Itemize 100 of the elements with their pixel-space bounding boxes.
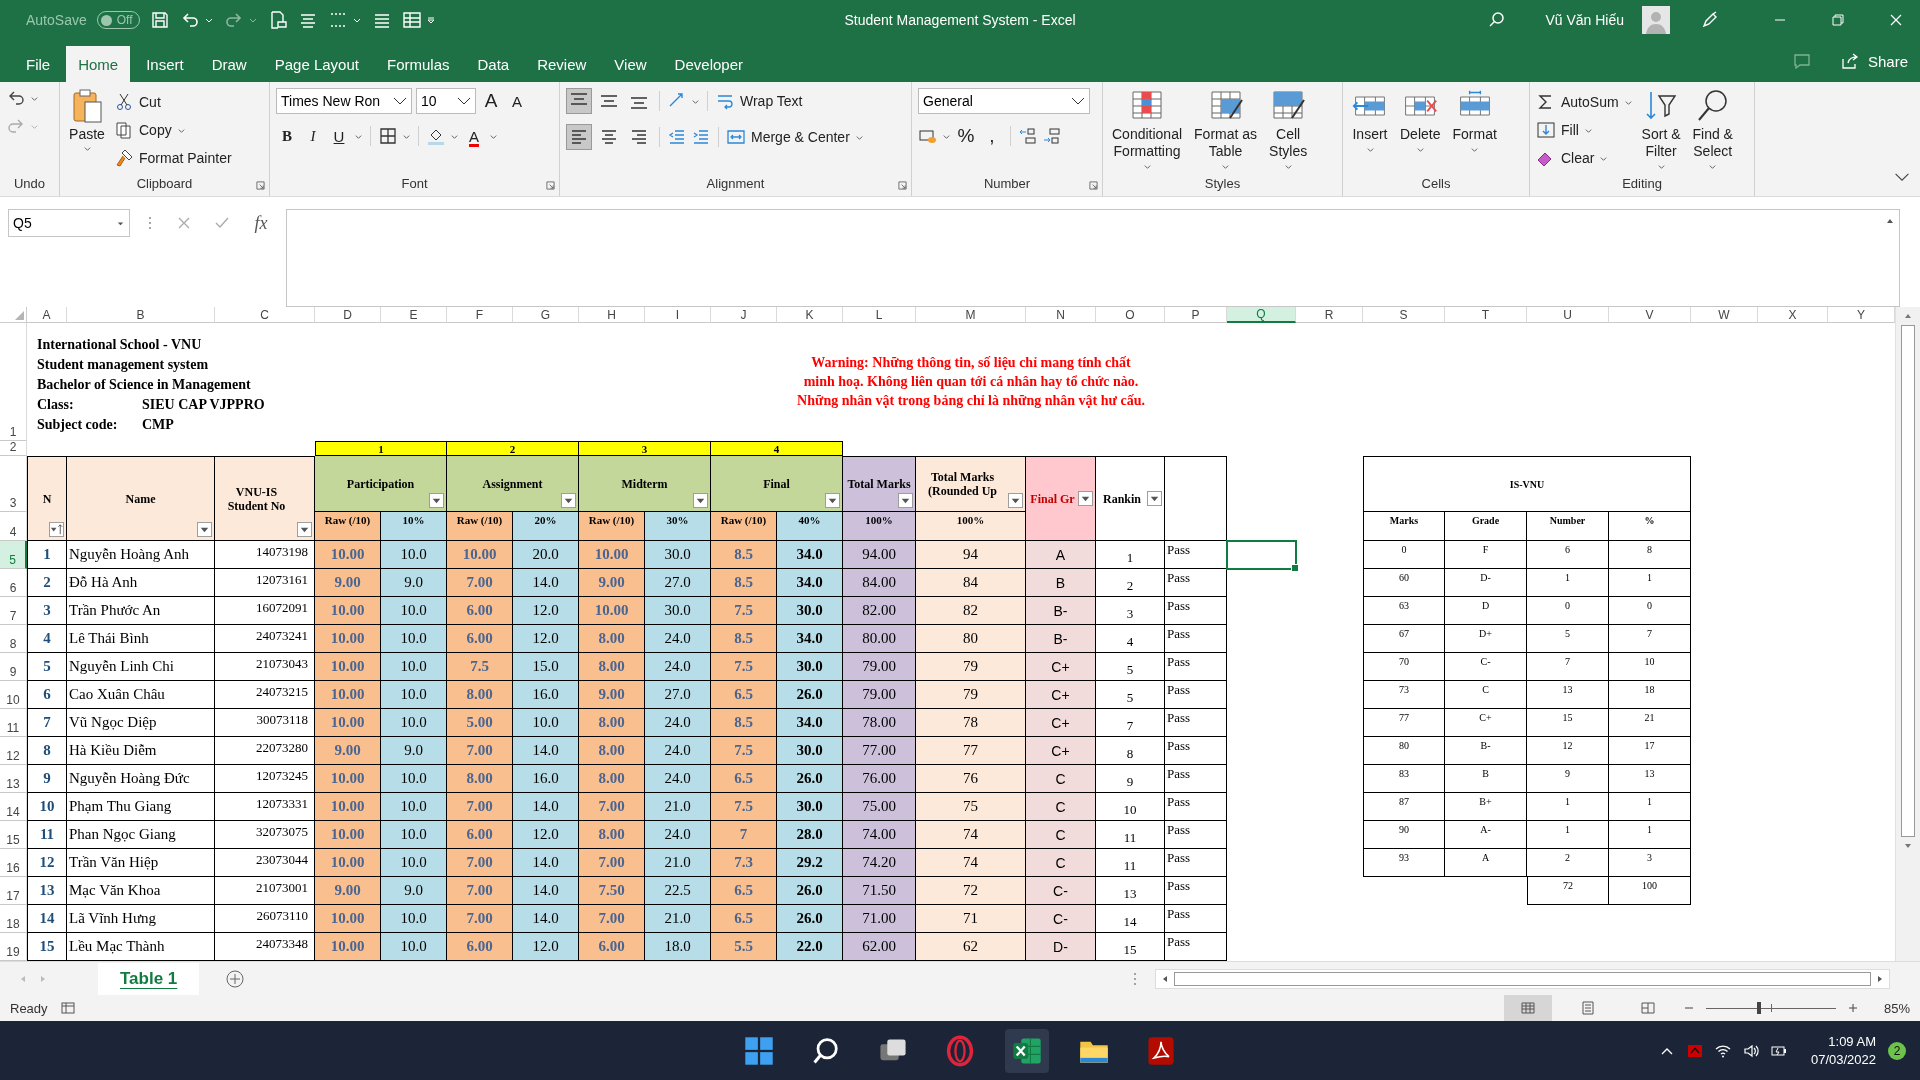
column-header[interactable]: Q	[1227, 307, 1296, 323]
drag-handle-icon[interactable]	[148, 215, 152, 231]
sheet-tab[interactable]: Table 1	[98, 962, 200, 995]
cells-button[interactable]: Insert	[1349, 88, 1391, 176]
splitter-handle-icon[interactable]	[1133, 970, 1137, 987]
comment-icon[interactable]	[1791, 51, 1812, 71]
column-header[interactable]: L	[843, 307, 916, 323]
horizontal-align-button[interactable]	[566, 124, 592, 150]
column-header[interactable]: I	[645, 307, 711, 323]
ribbon-tab[interactable]: Draw	[199, 46, 259, 82]
column-header[interactable]: V	[1609, 307, 1691, 323]
formula-input[interactable]	[286, 209, 1900, 307]
row-header[interactable]: 11	[0, 709, 27, 737]
vertical-scrollbar[interactable]	[1895, 307, 1920, 961]
filter-dropdown-icon[interactable]	[429, 493, 444, 508]
italic-button[interactable]: I	[302, 124, 324, 148]
row-header[interactable]: 19	[0, 933, 27, 961]
save-icon[interactable]	[149, 10, 170, 30]
add-sheet-icon[interactable]	[225, 968, 246, 989]
filter-dropdown-icon[interactable]	[1147, 490, 1162, 506]
cells-button[interactable]: Delete	[1397, 88, 1444, 176]
font-size-dropdown[interactable]: 10	[416, 88, 476, 114]
clock-time[interactable]: 1:09 AM	[1828, 1033, 1876, 1051]
column-header[interactable]: G	[513, 307, 579, 323]
row-header[interactable]: 12	[0, 737, 27, 765]
column-header[interactable]: N	[1026, 307, 1096, 323]
row-header[interactable]: 8	[0, 625, 27, 653]
filter-dropdown-icon[interactable]	[1008, 493, 1023, 508]
number-format-dropdown[interactable]: General	[918, 88, 1090, 114]
row-header[interactable]: 14	[0, 793, 27, 821]
column-header[interactable]: F	[447, 307, 513, 323]
comma-style-button[interactable]: ,	[981, 124, 1003, 148]
filter-dropdown-icon[interactable]	[693, 493, 708, 508]
column-header[interactable]: D	[315, 307, 381, 323]
collapse-ribbon-icon[interactable]	[1894, 172, 1910, 182]
cells-button[interactable]: Format	[1449, 88, 1500, 176]
bold-button[interactable]: B	[276, 124, 298, 148]
column-header[interactable]: T	[1445, 307, 1527, 323]
column-header[interactable]: O	[1096, 307, 1165, 323]
find-select-button[interactable]: Find & Select	[1689, 88, 1736, 176]
cancel-icon[interactable]	[176, 215, 192, 231]
dialog-launcher-icon[interactable]	[898, 181, 907, 190]
column-header[interactable]: K	[777, 307, 843, 323]
font-color-button[interactable]: A	[463, 124, 485, 148]
ribbon-tab[interactable]: File	[14, 46, 63, 82]
share-button[interactable]: Share	[1839, 51, 1908, 71]
horizontal-scrollbar[interactable]	[1155, 968, 1890, 989]
filter-dropdown-icon[interactable]	[197, 522, 212, 537]
column-header[interactable]: M	[916, 307, 1026, 323]
redo-icon[interactable]	[223, 10, 244, 30]
row-header[interactable]: 10	[0, 681, 27, 709]
sort-filter-button[interactable]: Sort & Filter	[1638, 88, 1684, 176]
styles-button[interactable]: Cell Styles	[1266, 88, 1311, 176]
row-header[interactable]: 1	[0, 323, 27, 441]
autosum-button[interactable]: AutoSum	[1536, 90, 1633, 114]
decrease-indent-icon[interactable]	[667, 127, 687, 147]
user-name[interactable]: Vũ Văn Hiếu	[1545, 12, 1624, 28]
row-header[interactable]: 18	[0, 905, 27, 933]
wrap-text-button[interactable]: Wrap Text	[715, 89, 803, 113]
column-header[interactable]: J	[711, 307, 777, 323]
dialog-launcher-icon[interactable]	[256, 181, 265, 190]
row-header[interactable]: 15	[0, 821, 27, 849]
ribbon-tab[interactable]: Home	[66, 46, 131, 82]
row-header[interactable]: 7	[0, 597, 27, 625]
underline-button[interactable]: U	[328, 124, 350, 148]
column-header[interactable]: Y	[1828, 307, 1895, 323]
merge-center-button[interactable]: Merge & Center	[726, 125, 864, 149]
column-header[interactable]: U	[1527, 307, 1609, 323]
ribbon-tab[interactable]: Developer	[662, 46, 755, 82]
row-header[interactable]: 4	[0, 512, 27, 541]
view-button[interactable]	[1504, 995, 1552, 1021]
row-header[interactable]: 17	[0, 877, 27, 905]
row-header[interactable]: 6	[0, 569, 27, 597]
paste-button[interactable]: Paste	[66, 88, 108, 176]
fill-button[interactable]: Fill	[1536, 118, 1633, 142]
row-header[interactable]: 16	[0, 849, 27, 877]
column-header[interactable]: R	[1296, 307, 1363, 323]
app-tray-icon[interactable]	[1686, 1043, 1703, 1059]
zoom-level[interactable]: 85%	[1870, 1000, 1910, 1016]
ribbon-tab[interactable]: Formulas	[374, 46, 462, 82]
filter-dropdown-icon[interactable]	[561, 493, 576, 508]
freeze-panes-icon[interactable]	[401, 10, 422, 30]
cut-button[interactable]: Cut	[114, 90, 232, 114]
speaker-icon[interactable]	[1742, 1043, 1759, 1059]
filter-dropdown-icon[interactable]	[1078, 490, 1093, 506]
dialog-launcher-icon[interactable]	[546, 181, 555, 190]
row-header[interactable]: 5	[0, 541, 27, 569]
wifi-icon[interactable]	[1714, 1043, 1731, 1059]
percent-style-button[interactable]: %	[955, 124, 977, 148]
row-header[interactable]: 3	[0, 456, 27, 512]
vertical-align-button[interactable]	[566, 88, 592, 114]
decrease-decimal-icon[interactable]	[1042, 126, 1062, 146]
increase-indent-icon[interactable]	[691, 127, 711, 147]
spreadsheet-app-icon[interactable]	[1005, 1029, 1049, 1073]
ribbon-tab[interactable]: View	[602, 46, 659, 82]
increase-decimal-icon[interactable]	[1018, 126, 1038, 146]
column-header[interactable]: S	[1363, 307, 1445, 323]
clear-button[interactable]: Clear	[1536, 146, 1633, 170]
filter-dropdown-icon[interactable]	[297, 522, 312, 537]
ribbon-tab[interactable]: Insert	[134, 46, 196, 82]
